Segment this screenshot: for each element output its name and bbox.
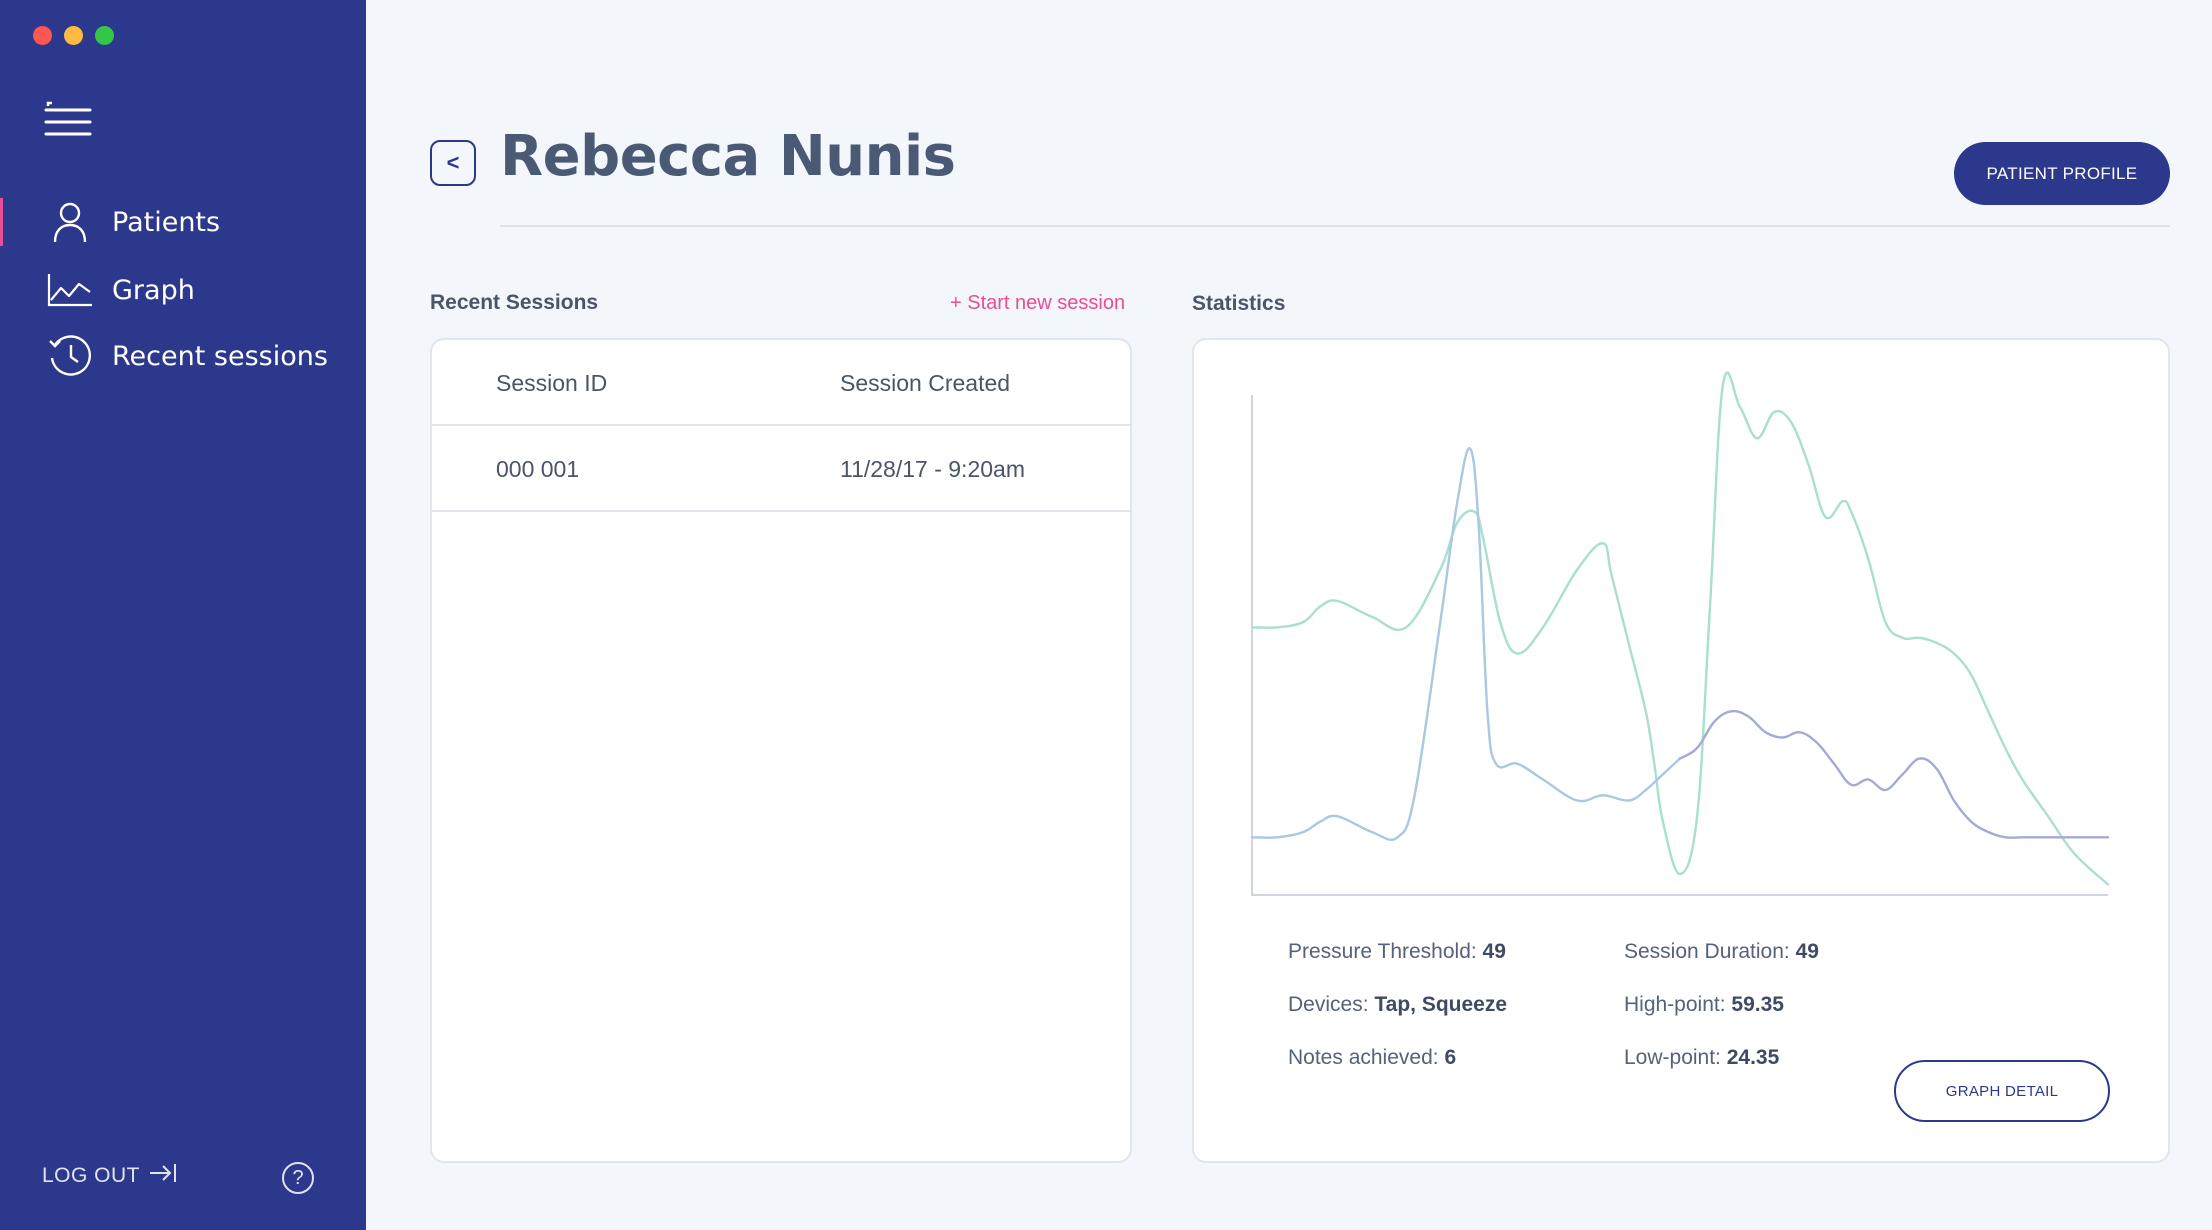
back-button[interactable]: <	[430, 140, 476, 186]
sidebar-item-label: Graph	[112, 274, 195, 306]
sidebar-item-recent-sessions[interactable]: Recent sessions	[0, 324, 366, 388]
stat-label: Notes achieved:	[1288, 1046, 1439, 1069]
history-clock-icon	[46, 332, 94, 380]
stat-value: 49	[1482, 940, 1506, 963]
stat-high-point: High-point: 59.35	[1624, 993, 1784, 1017]
sidebar-item-label: Patients	[112, 206, 221, 238]
recent-sessions-title: Recent Sessions	[430, 291, 599, 314]
header-divider	[500, 225, 2170, 227]
chart-series-line-3	[1678, 709, 2110, 839]
stat-value: 24.35	[1726, 1046, 1780, 1069]
table-header: Session ID Session Created	[432, 340, 1130, 426]
chart-axes	[1251, 395, 2108, 896]
start-new-session-link[interactable]: + Start new session	[950, 292, 1125, 315]
sidebar-item-patients[interactable]: Patients	[0, 190, 366, 254]
column-header-session-created: Session Created	[840, 370, 1011, 396]
page-title: Rebecca Nunis	[500, 124, 956, 189]
sidebar-item-label: Recent sessions	[112, 340, 328, 372]
minimize-window-button[interactable]	[64, 26, 83, 45]
chart-series-line-2	[1250, 447, 1682, 841]
user-icon	[46, 198, 94, 246]
table-row[interactable]: 000 001 11/28/17 - 9:20am	[432, 426, 1130, 512]
stat-label: Session Duration:	[1624, 940, 1790, 963]
stat-label: Devices:	[1288, 993, 1369, 1016]
statistics-card: Pressure Threshold: 49 Devices: Tap, Squ…	[1192, 338, 2170, 1163]
line-chart-icon	[46, 266, 94, 314]
column-header-session-id: Session ID	[496, 370, 608, 396]
stat-notes-achieved: Notes achieved: 6	[1288, 1046, 1456, 1070]
stat-session-duration: Session Duration: 49	[1624, 940, 1819, 964]
stat-value: 6	[1444, 1046, 1457, 1069]
chart-series-line-1	[1250, 371, 2110, 886]
stat-label: High-point:	[1624, 993, 1726, 1016]
session-created-cell: 11/28/17 - 9:20am	[840, 456, 1025, 482]
logout-button[interactable]: LOG OUT	[42, 1162, 178, 1189]
logout-arrow-icon	[148, 1162, 178, 1189]
stat-value: Tap, Squeeze	[1374, 993, 1508, 1016]
logout-label: LOG OUT	[42, 1163, 141, 1187]
sessions-table: Session ID Session Created 000 001 11/28…	[430, 338, 1132, 1163]
graph-detail-button[interactable]: GRAPH DETAIL	[1894, 1060, 2110, 1122]
statistics-title: Statistics	[1192, 292, 1286, 315]
window-controls	[33, 26, 114, 45]
chevron-left-icon: <	[446, 150, 460, 175]
patient-profile-button[interactable]: PATIENT PROFILE	[1954, 142, 2170, 205]
sidebar: Patients Graph Recent sessions LOG OUT ?	[0, 0, 366, 1230]
stat-value: 59.35	[1731, 993, 1784, 1016]
stat-label: Pressure Threshold:	[1288, 940, 1477, 963]
stat-low-point: Low-point: 24.35	[1624, 1046, 1779, 1070]
stat-label: Low-point:	[1624, 1046, 1721, 1069]
help-glyph: ?	[292, 1166, 304, 1189]
session-id-cell: 000 001	[496, 456, 580, 482]
close-window-button[interactable]	[33, 26, 52, 45]
zoom-window-button[interactable]	[95, 26, 114, 45]
stat-pressure-threshold: Pressure Threshold: 49	[1288, 940, 1506, 964]
stat-value: 49	[1795, 940, 1819, 963]
question-circle-icon[interactable]: ?	[282, 1162, 314, 1194]
sidebar-item-graph[interactable]: Graph	[0, 258, 366, 322]
statistics-line-chart	[1250, 371, 2110, 896]
stat-devices: Devices: Tap, Squeeze	[1288, 993, 1507, 1017]
hamburger-menu-icon[interactable]	[44, 98, 92, 142]
